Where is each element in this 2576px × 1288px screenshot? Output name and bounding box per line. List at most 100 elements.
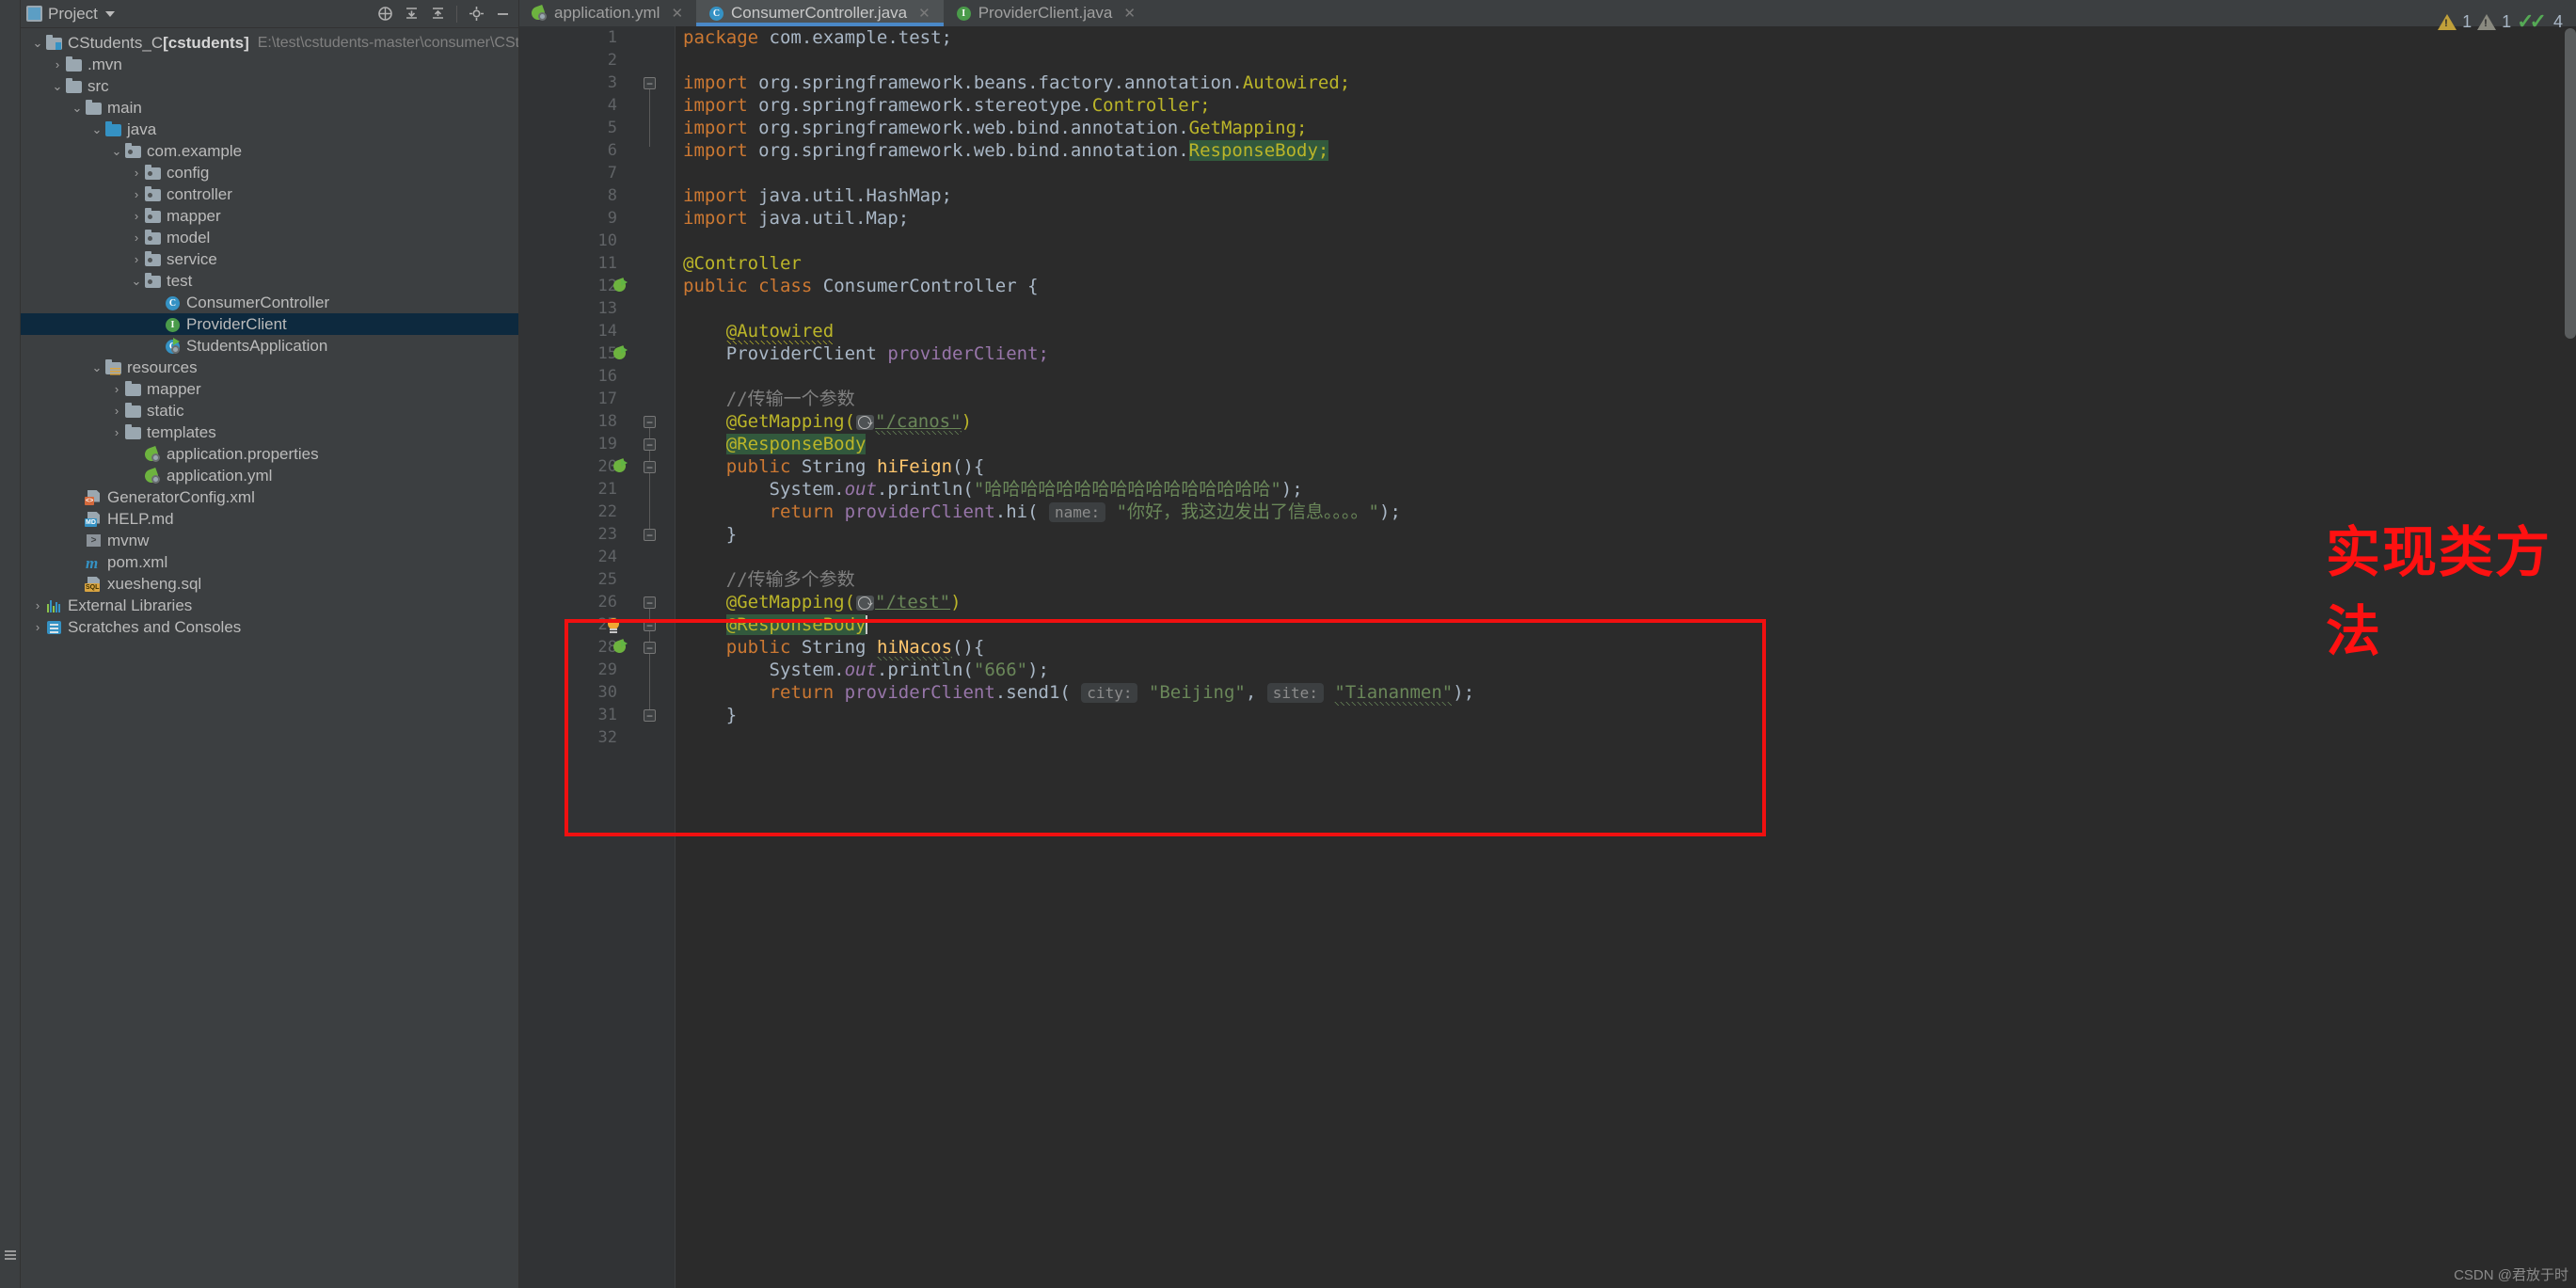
fold-toggle-icon[interactable]: − [644, 461, 656, 473]
close-icon[interactable]: ✕ [671, 5, 683, 22]
tree-item-resources[interactable]: ⌄ resources [21, 357, 518, 378]
code-line[interactable]: import org.springframework.web.bind.anno… [676, 117, 2576, 139]
code-line[interactable]: //传输一个参数 [676, 388, 2576, 410]
chevron-right-icon[interactable]: › [109, 425, 124, 439]
code-line[interactable] [676, 546, 2576, 568]
editor-tab-application-yml[interactable]: application.yml ✕ [519, 0, 696, 26]
code-line[interactable]: @GetMapping("/test") [676, 591, 2576, 613]
code-folding-column[interactable]: − − − − − − − − − [608, 26, 676, 1288]
fold-toggle-icon[interactable]: − [644, 709, 656, 722]
code-line[interactable] [676, 230, 2576, 252]
collapse-all-icon[interactable] [427, 4, 448, 24]
tree-item-mapper[interactable]: › mapper [21, 378, 518, 400]
editor-scrollbar-thumb[interactable] [2565, 28, 2576, 339]
inspection-status-widget[interactable]: 1 1 ✓✓ 4 [2438, 9, 2563, 34]
tree-item-java[interactable]: ⌄ java [21, 119, 518, 140]
chevron-down-icon[interactable]: ⌄ [89, 122, 104, 137]
tree-item-test[interactable]: ⌄ test [21, 270, 518, 292]
tree-item-src[interactable]: ⌄ src [21, 75, 518, 97]
code-line[interactable]: import java.util.Map; [676, 207, 2576, 230]
code-line[interactable]: System.out.println("哈哈哈哈哈哈哈哈哈哈哈哈哈哈哈哈"); [676, 478, 2576, 501]
intention-lightbulb-icon[interactable] [606, 618, 621, 633]
fold-toggle-icon[interactable]: − [644, 438, 656, 451]
chevron-right-icon[interactable]: › [30, 598, 45, 612]
chevron-down-icon[interactable]: ⌄ [89, 360, 104, 375]
code-line[interactable]: import org.springframework.stereotype.Co… [676, 94, 2576, 117]
code-line[interactable]: public String hiFeign(){ [676, 455, 2576, 478]
spring-bean-gutter-icon[interactable] [612, 639, 628, 655]
code-line[interactable]: import org.springframework.beans.factory… [676, 72, 2576, 94]
chevron-right-icon[interactable]: › [129, 252, 144, 266]
code-line[interactable]: } [676, 523, 2576, 546]
code-line[interactable] [676, 162, 2576, 184]
chevron-down-icon[interactable]: ⌄ [129, 274, 144, 289]
code-editor[interactable]: 1 2 3 4 5 6 7 8 9 10 11 12 13 14 15 16 17 18 19 20 21 22 23 24 2… [519, 26, 2576, 1288]
code-line[interactable]: import org.springframework.web.bind.anno… [676, 139, 2576, 162]
chevron-right-icon[interactable]: › [129, 187, 144, 201]
fold-toggle-icon[interactable]: − [644, 416, 656, 428]
tree-item-templates[interactable]: › templates [21, 421, 518, 443]
spring-bean-gutter-icon[interactable] [612, 278, 628, 294]
code-line[interactable] [676, 365, 2576, 388]
chevron-down-icon[interactable] [104, 10, 115, 17]
tree-item-pom-xml[interactable]: m pom.xml [21, 551, 518, 573]
tree-item-config[interactable]: › config [21, 162, 518, 183]
chevron-right-icon[interactable]: › [30, 620, 45, 634]
code-line[interactable]: } [676, 704, 2576, 726]
tree-item-com-example[interactable]: ⌄ com.example [21, 140, 518, 162]
code-line[interactable] [676, 297, 2576, 320]
tree-item-application-properties[interactable]: application.properties [21, 443, 518, 465]
code-line[interactable]: return providerClient.send1( city: "Beij… [676, 681, 2576, 708]
fold-toggle-icon[interactable]: − [644, 596, 656, 609]
chevron-right-icon[interactable]: › [50, 57, 65, 72]
code-line[interactable]: @ResponseBody [676, 613, 2576, 636]
tree-item-application-yml[interactable]: application.yml [21, 465, 518, 486]
locate-icon[interactable] [374, 4, 395, 24]
code-line[interactable]: @GetMapping("/canos") [676, 410, 2576, 437]
editor-tab-providerclient-java[interactable]: I ProviderClient.java ✕ [944, 0, 1149, 26]
tree-item-generatorconfig-xml[interactable]: <> GeneratorConfig.xml [21, 486, 518, 508]
code-line[interactable]: ProviderClient providerClient; [676, 342, 2576, 365]
chevron-down-icon[interactable]: ⌄ [109, 144, 124, 159]
tree-item-model[interactable]: › model [21, 227, 518, 248]
code-text-area[interactable]: package com.example.test; import org.spr… [676, 26, 2576, 1288]
spring-bean-gutter-icon[interactable] [612, 458, 628, 474]
code-line[interactable]: @Autowired [676, 320, 2576, 346]
tree-item-consumercontroller[interactable]: C ConsumerController [21, 292, 518, 313]
tree-item-service[interactable]: › service [21, 248, 518, 270]
fold-toggle-icon[interactable]: − [644, 642, 656, 654]
chevron-right-icon[interactable]: › [129, 166, 144, 180]
code-line[interactable]: public String hiNacos(){ [676, 636, 2576, 662]
tree-item-static[interactable]: › static [21, 400, 518, 421]
code-line[interactable]: @Controller [676, 252, 2576, 275]
editor-tab-consumercontroller-java[interactable]: C ConsumerController.java ✕ [696, 0, 944, 26]
project-tree[interactable]: ⌄ CStudents_C [cstudents] E:\test\cstudent… [21, 28, 518, 1288]
code-line[interactable]: import java.util.HashMap; [676, 184, 2576, 207]
spring-bean-gutter-icon[interactable] [612, 345, 628, 361]
tree-item-main[interactable]: ⌄ main [21, 97, 518, 119]
chevron-down-icon[interactable]: ⌄ [50, 79, 65, 94]
code-line[interactable]: return providerClient.hi( name: "你好，我这边发… [676, 501, 2576, 523]
tree-item-xuesheng-sql[interactable]: SQL xuesheng.sql [21, 573, 518, 595]
expand-all-icon[interactable] [401, 4, 421, 24]
close-icon[interactable]: ✕ [918, 5, 930, 22]
chevron-right-icon[interactable]: › [129, 209, 144, 223]
fold-toggle-icon[interactable]: − [644, 77, 656, 89]
close-icon[interactable]: ✕ [1123, 5, 1136, 22]
chevron-down-icon[interactable]: ⌄ [30, 36, 45, 51]
tree-item-help-md[interactable]: MD HELP.md [21, 508, 518, 530]
editor-tab-bar[interactable]: application.yml ✕ C ConsumerController.java… [519, 0, 2576, 26]
chevron-right-icon[interactable]: › [109, 404, 124, 418]
settings-gear-icon[interactable] [466, 4, 486, 24]
tree-item--mvn[interactable]: › .mvn [21, 54, 518, 75]
code-line[interactable]: public class ConsumerController { [676, 275, 2576, 297]
hide-panel-icon[interactable] [492, 4, 513, 24]
chevron-down-icon[interactable]: ⌄ [70, 101, 85, 116]
tree-item-external-libraries[interactable]: › External Libraries [21, 595, 518, 616]
tree-item-mapper[interactable]: › mapper [21, 205, 518, 227]
tree-item-providerclient[interactable]: I ProviderClient [21, 313, 518, 335]
tree-item-cstudents-c[interactable]: ⌄ CStudents_C [cstudents] E:\test\cstudent… [21, 32, 518, 54]
code-line[interactable]: //传输多个参数 [676, 568, 2576, 591]
tree-item-controller[interactable]: › controller [21, 183, 518, 205]
tree-item-mvnw[interactable]: > mvnw [21, 530, 518, 551]
